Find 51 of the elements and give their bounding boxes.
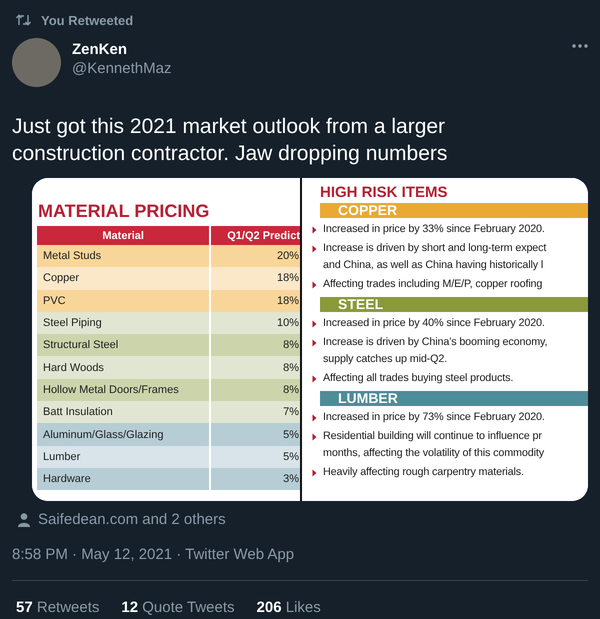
bullet-text: Affecting trades including M/E/P, copper roofing bbox=[323, 276, 542, 292]
table-cell: 18% bbox=[210, 290, 300, 312]
table-cell: 5% bbox=[210, 423, 300, 446]
author-name[interactable]: ZenKen bbox=[72, 40, 128, 59]
column-header: Q1/Q2 Predict bbox=[210, 226, 300, 245]
chevron-icon bbox=[312, 468, 317, 476]
category-banner: STEEL bbox=[320, 297, 588, 312]
bullet-text: Increased in price by 33% since February 2020. bbox=[323, 222, 545, 237]
table-cell: 18% bbox=[210, 267, 300, 290]
category-banner: LUMBER bbox=[320, 391, 588, 406]
author-handle[interactable]: @KennethMaz bbox=[72, 59, 172, 79]
table-cell: 5% bbox=[210, 446, 300, 468]
stat-link[interactable]: 12 Quote Tweets bbox=[121, 599, 235, 616]
more-options-icon[interactable] bbox=[572, 44, 588, 48]
category-banner: COPPER bbox=[320, 203, 588, 218]
table-cell: 8% bbox=[210, 378, 300, 402]
retweet-icon bbox=[16, 14, 31, 26]
chevron-icon bbox=[312, 226, 317, 234]
stat-link[interactable]: 206 Likes bbox=[256, 599, 321, 616]
table-cell: Hardware bbox=[37, 468, 210, 490]
table-cell: 8% bbox=[210, 334, 300, 356]
table-cell: 20% bbox=[210, 245, 300, 268]
social-context[interactable]: Saifedean.com and 2 others bbox=[38, 511, 226, 528]
table-cell: 7% bbox=[210, 401, 300, 424]
stat-link[interactable]: 57 Retweets bbox=[16, 599, 100, 616]
person-icon bbox=[18, 512, 30, 526]
chevron-icon bbox=[312, 338, 317, 346]
chevron-icon bbox=[312, 414, 317, 422]
bullet-text: Increase is driven by short and long-term expect and China, as well as China having historically l bbox=[323, 240, 546, 273]
timestamp[interactable]: 8:58 PM · May 12, 2021 · Twitter Web App bbox=[12, 546, 294, 563]
chevron-icon bbox=[312, 280, 317, 288]
table-cell: 3% bbox=[210, 468, 300, 490]
bullet-text: Residential building will continue to influence pr months, affecting the volatility of this commodity bbox=[323, 428, 544, 461]
table-cell: 8% bbox=[210, 356, 300, 379]
section-title: HIGH RISK ITEMS bbox=[320, 184, 448, 202]
avatar[interactable] bbox=[12, 38, 61, 87]
attached-image[interactable] bbox=[32, 178, 588, 501]
bullet-text: Increased in price by 73% since February 2020. bbox=[323, 410, 545, 425]
retweet-label: You Retweeted bbox=[41, 12, 134, 28]
chevron-icon bbox=[312, 320, 317, 328]
tweet-text: Just got this 2021 market outlook from a larger construction contractor. Jaw dropping numbers bbox=[12, 114, 448, 167]
bullet-text: Increase is driven by China’s booming economy, supply catches up mid-Q2. bbox=[323, 334, 548, 367]
table-cell: 10% bbox=[210, 312, 300, 334]
bullet-text: Increased in price by 40% since February 2020. bbox=[323, 316, 545, 331]
bullet-text: Affecting all trades buying steel products. bbox=[323, 370, 514, 386]
chevron-icon bbox=[312, 432, 317, 440]
chevron-icon bbox=[312, 244, 317, 252]
chevron-icon bbox=[312, 374, 317, 382]
column-header: Material bbox=[37, 226, 210, 245]
section-title: MATERIAL PRICING bbox=[38, 200, 210, 222]
bullet-text: Heavily affecting rough carpentry materials. bbox=[323, 464, 524, 480]
